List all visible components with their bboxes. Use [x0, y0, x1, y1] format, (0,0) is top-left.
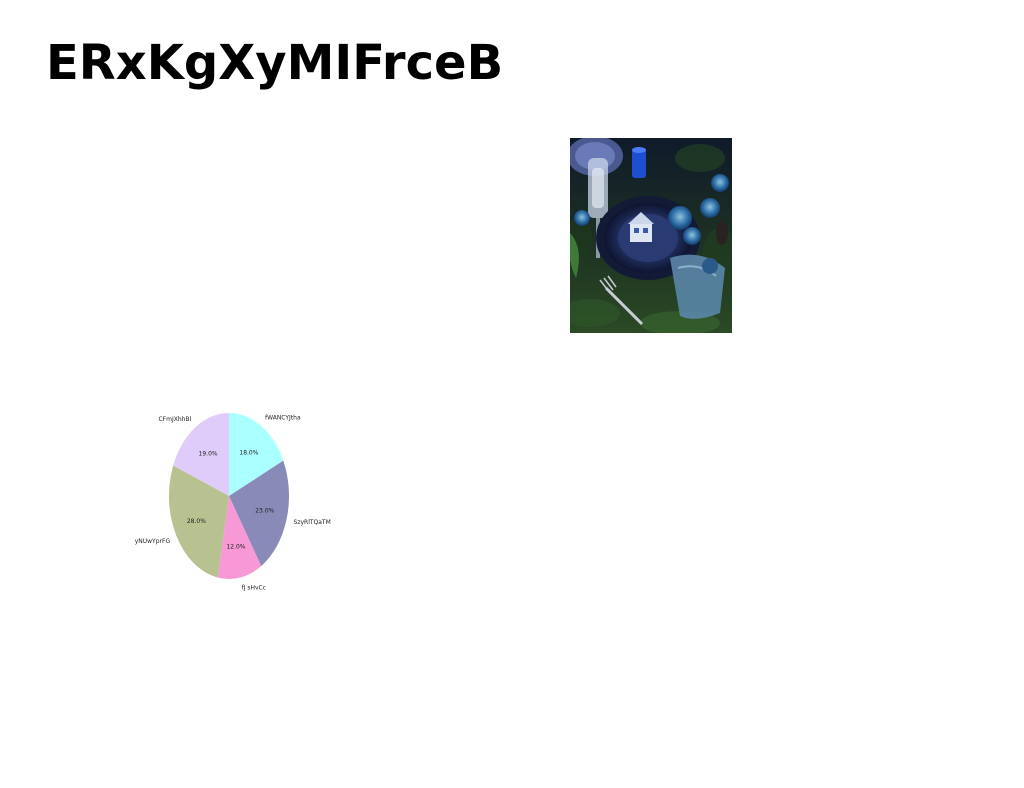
pie-category-label: fJ sHvCc: [242, 584, 266, 591]
pie-percent-label: 12.0%: [226, 544, 245, 551]
pie-percent-label: 28.0%: [187, 518, 206, 525]
pie-percent-label: 23.0%: [255, 507, 274, 514]
pie-percent-label: 19.0%: [199, 450, 218, 457]
pie-percent-label: 18.0%: [239, 450, 258, 457]
pie-chart: 18.0% fWANCYJtha 23.0% SzyRlTQaTM 12.0% fJ sH…: [130, 400, 340, 600]
page-title: ERxKgXyMIFrceB: [46, 35, 504, 91]
pie-category-label: fWANCYJtha: [265, 415, 301, 422]
pie-category-label: CFmJXhhBl: [158, 416, 191, 423]
table-setting-photo: [570, 138, 732, 333]
pie-category-label: SzyRlTQaTM: [294, 519, 331, 526]
pie-category-label: yNUwYprFG: [135, 538, 171, 545]
